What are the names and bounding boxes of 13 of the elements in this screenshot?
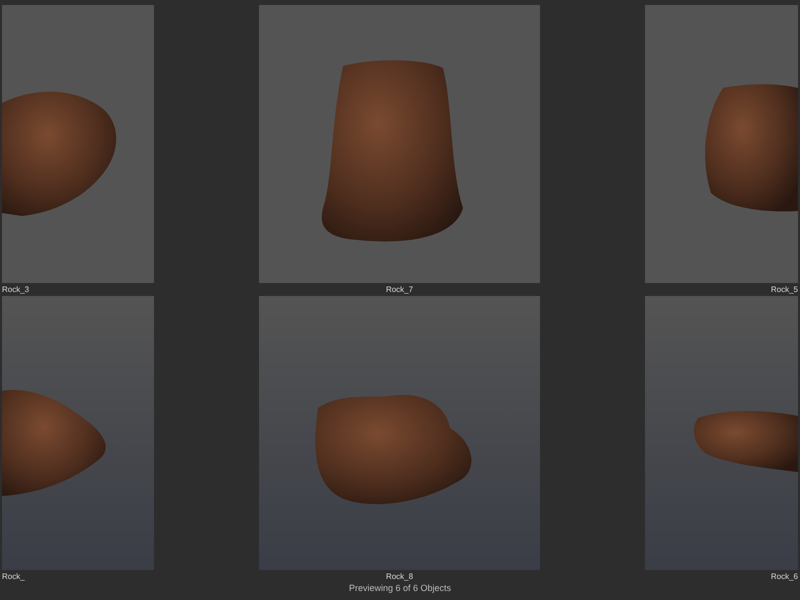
tile-label: Rock_7 xyxy=(386,284,414,296)
preview-tile[interactable] xyxy=(2,5,154,283)
tile-label: Rock_3 xyxy=(2,284,30,296)
preview-tile[interactable] xyxy=(645,5,798,283)
preview-tile[interactable] xyxy=(259,5,540,283)
preview-tile[interactable] xyxy=(645,296,798,570)
preview-tile[interactable] xyxy=(2,296,154,570)
tile-label: Rock_8 xyxy=(386,571,414,583)
preview-tile[interactable] xyxy=(259,296,540,570)
tile-label: Rock_ xyxy=(2,571,25,583)
tile-label: Rock_5 xyxy=(770,284,798,296)
tile-label: Rock_6 xyxy=(770,571,798,583)
status-text: Previewing 6 of 6 Objects xyxy=(348,583,452,594)
